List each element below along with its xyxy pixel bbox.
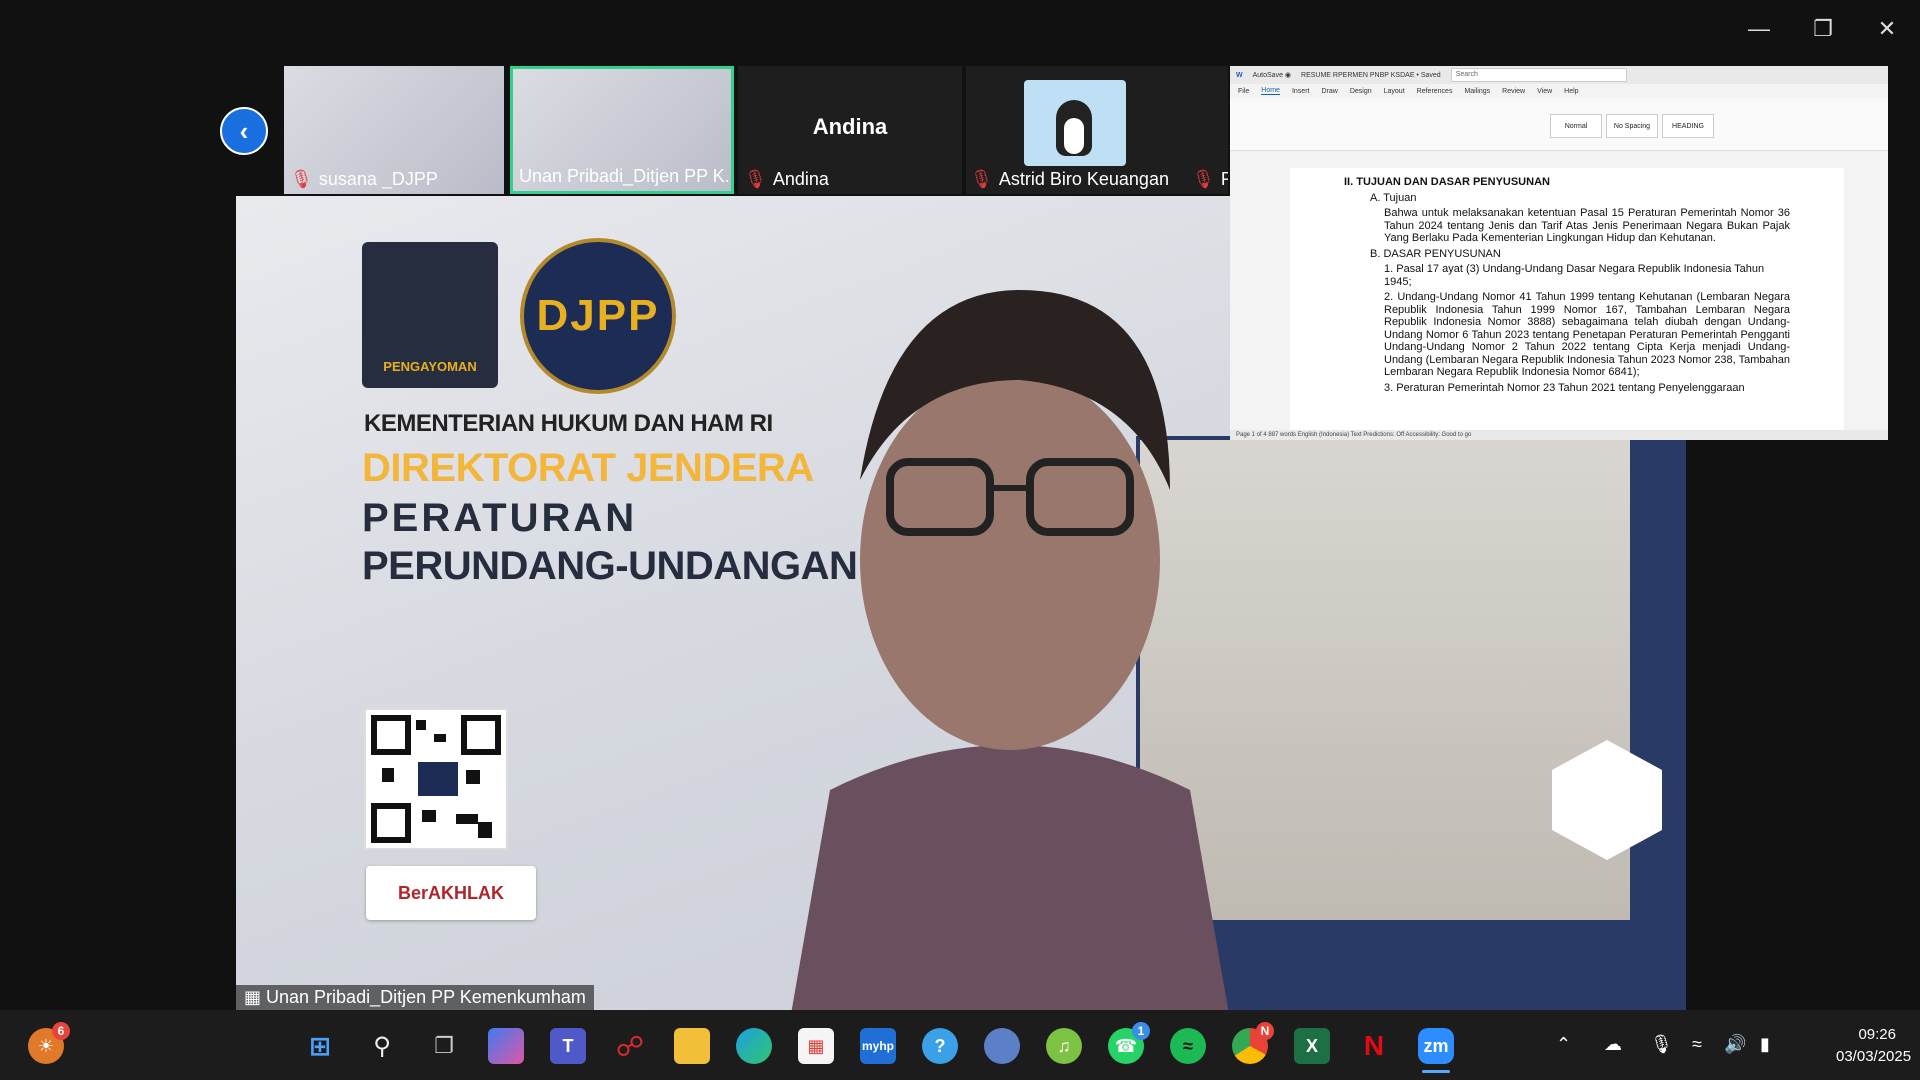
system-clock[interactable]: 09:26 03/03/2025: [1836, 1024, 1912, 1068]
list-item-2: 2. Undang-Undang Nomor 41 Tahun 1999 ten…: [1384, 291, 1790, 378]
taskbar: [0, 1010, 1920, 1080]
menu-review[interactable]: Review: [1502, 88, 1525, 95]
directorate-title: DIREKTORAT JENDERA: [362, 446, 814, 490]
pengayoman-logo: PENGAYOMAN: [362, 242, 498, 388]
list-item-1: 1. Pasal 17 ayat (3) Undang-Undang Dasar…: [1384, 263, 1765, 288]
subsection-b: B. DASAR PENYUSUNAN: [1370, 247, 1501, 260]
mic-off-icon: 🎙: [970, 169, 993, 189]
word-icon: W: [1236, 71, 1243, 79]
spotify-icon[interactable]: ≈: [1170, 1028, 1206, 1064]
weather-icon[interactable]: ☀ 6: [28, 1022, 70, 1064]
wifi-icon[interactable]: ≈: [1692, 1034, 1702, 1055]
participant-name: 🎙 susana _DJPP: [290, 169, 438, 189]
participant-tile-andina[interactable]: Andina 🎙 Andina: [738, 66, 962, 194]
participant-tile-unan[interactable]: Unan Pribadi_Ditjen PP K...: [510, 66, 734, 194]
teams-icon[interactable]: T: [550, 1028, 586, 1064]
style-normal[interactable]: Normal: [1550, 114, 1602, 138]
speaker-video: [790, 290, 1230, 1020]
active-app-indicator: [1422, 1070, 1450, 1073]
windows-start-icon[interactable]: ⊞: [302, 1028, 338, 1064]
word-statusbar: Page 1 of 4 887 words English (Indonesia…: [1230, 430, 1888, 440]
zoom-outlook-icon[interactable]: [984, 1028, 1020, 1064]
menu-help[interactable]: Help: [1564, 88, 1578, 95]
edge-icon[interactable]: [736, 1028, 772, 1064]
active-speaker-label: ▦ Unan Pribadi_Ditjen PP Kemenkumham: [236, 985, 594, 1010]
menu-view[interactable]: View: [1537, 88, 1552, 95]
participant-tile-astrid[interactable]: 🎙 Astrid Biro Keuangan 🎙 R: [966, 66, 1228, 194]
menu-design[interactable]: Design: [1350, 88, 1372, 95]
tujuan-text: Bahwa untuk melaksanakan ketentuan Pasal…: [1384, 207, 1790, 244]
berakhlak-logo: BerAKHLAK: [366, 866, 536, 920]
zoom-icon[interactable]: zm: [1418, 1028, 1454, 1064]
menu-mailings[interactable]: Mailings: [1464, 88, 1490, 95]
mcafee-icon[interactable]: ☍: [612, 1028, 648, 1064]
mic-off-icon: 🎙: [744, 169, 767, 189]
minimize-button[interactable]: —: [1742, 14, 1776, 44]
search-icon[interactable]: ⚲: [364, 1028, 400, 1064]
autosave-toggle[interactable]: AutoSave ◉: [1253, 71, 1291, 79]
participant-name: 🎙 Astrid Biro Keuangan: [970, 169, 1169, 189]
peraturan-title: PERATURAN: [362, 496, 638, 540]
microphone-icon[interactable]: 🎙: [1650, 1034, 1673, 1055]
netflix-icon[interactable]: N: [1356, 1028, 1392, 1064]
subsection-a: A. Tujuan: [1370, 191, 1417, 204]
chrome-icon[interactable]: N: [1232, 1022, 1274, 1064]
whatsapp-icon[interactable]: ☎ 1: [1108, 1022, 1150, 1064]
strip-prev-button[interactable]: ‹: [220, 107, 268, 155]
menu-insert[interactable]: Insert: [1292, 88, 1310, 95]
menu-layout[interactable]: Layout: [1384, 88, 1405, 95]
menu-draw[interactable]: Draw: [1321, 88, 1337, 95]
ministry-title: KEMENTERIAN HUKUM DAN HAM RI: [364, 410, 773, 437]
clock-date: 03/03/2025: [1836, 1048, 1912, 1065]
copilot-icon[interactable]: [488, 1028, 524, 1064]
style-heading[interactable]: HEADING: [1662, 114, 1714, 138]
clock-time: 09:26: [1858, 1026, 1896, 1043]
itunes-icon[interactable]: ♫: [1046, 1028, 1082, 1064]
participant-big-name: Andina: [812, 114, 888, 139]
menu-references[interactable]: References: [1417, 88, 1453, 95]
word-ribbon: Normal No Spacing HEADING: [1230, 98, 1888, 151]
word-titlebar: W AutoSave ◉ RESUME RPERMEN PNBP KSDAE •…: [1230, 66, 1888, 84]
close-button[interactable]: ✕: [1870, 14, 1904, 44]
chevron-up-icon[interactable]: ⌃: [1556, 1034, 1571, 1055]
djpp-logo: DJPP: [520, 238, 676, 394]
participant-name: Unan Pribadi_Ditjen PP K...: [519, 166, 734, 186]
excel-icon[interactable]: X: [1294, 1028, 1330, 1064]
mic-off-icon: 🎙: [1192, 169, 1215, 189]
myhp-icon[interactable]: myhp: [860, 1028, 896, 1064]
mic-off-icon: 🎙: [290, 169, 313, 189]
word-menu: File Home Insert Draw Design Layout Refe…: [1230, 84, 1888, 98]
menu-home[interactable]: Home: [1261, 87, 1280, 95]
doc-title: RESUME RPERMEN PNBP KSDAE • Saved: [1301, 71, 1441, 79]
store-icon[interactable]: ▦: [798, 1028, 834, 1064]
file-explorer-icon[interactable]: [674, 1028, 710, 1064]
word-search-input[interactable]: Search: [1450, 68, 1627, 82]
qr-code: [364, 708, 508, 850]
speaker-icon[interactable]: 🔊: [1724, 1034, 1746, 1055]
penguin-avatar: [1024, 80, 1126, 166]
participant-name: 🎙 R: [1192, 169, 1228, 189]
help-icon[interactable]: ?: [922, 1028, 958, 1064]
word-window[interactable]: W AutoSave ◉ RESUME RPERMEN PNBP KSDAE •…: [1230, 66, 1888, 440]
document-page[interactable]: II. TUJUAN DAN DASAR PENYUSUNAN A. Tujua…: [1290, 168, 1844, 436]
restore-button[interactable]: ❐: [1806, 14, 1840, 44]
list-item-3: 3. Peraturan Pemerintah Nomor 23 Tahun 2…: [1384, 381, 1745, 394]
participant-name: 🎙 Andina: [744, 169, 829, 189]
task-view-icon[interactable]: ❐: [426, 1028, 462, 1064]
participant-tile-susana[interactable]: 🎙 susana _DJPP: [284, 66, 504, 194]
section-heading: II. TUJUAN DAN DASAR PENYUSUNAN: [1344, 176, 1550, 188]
menu-file[interactable]: File: [1238, 88, 1249, 95]
battery-icon[interactable]: ▮: [1760, 1034, 1770, 1055]
onedrive-icon[interactable]: ☁: [1604, 1034, 1622, 1055]
style-no-spacing[interactable]: No Spacing: [1606, 114, 1658, 138]
